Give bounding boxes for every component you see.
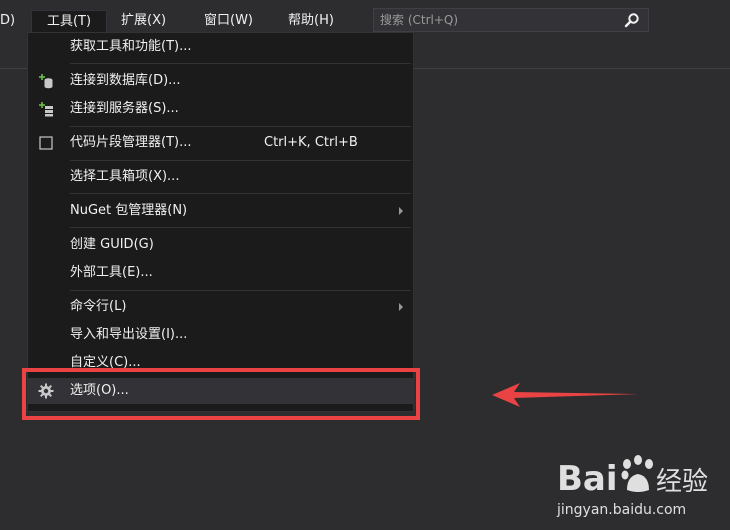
menu-extensions[interactable]: 扩展(X) [117, 10, 170, 32]
menu-separator [70, 63, 411, 64]
menu-separator [70, 227, 411, 228]
menu-item-label: 代码片段管理器(T)... [70, 135, 192, 150]
menu-item-import-export[interactable]: 导入和导出设置(I)... [28, 322, 413, 348]
menu-separator [70, 290, 411, 291]
tools-dropdown-menu: 获取工具和功能(T)... 连接到数据库(D)... 连接到服务器(S)... … [27, 32, 414, 412]
menu-separator [70, 126, 411, 127]
menu-item-connect-server[interactable]: 连接到服务器(S)... [28, 96, 413, 122]
menu-item-label: 连接到服务器(S)... [70, 101, 179, 116]
watermark-brand-right: 经验 [656, 467, 708, 497]
highlight-box [22, 368, 420, 420]
menu-item-get-tools[interactable]: 获取工具和功能(T)... [28, 34, 413, 60]
baidu-logo-icon: Bai 经验 jingyan.baidu.com [556, 455, 708, 518]
red-arrow-annotation [492, 383, 638, 407]
submenu-arrow-icon [399, 303, 403, 311]
submenu-arrow-icon [399, 207, 403, 215]
menu-separator [70, 193, 411, 194]
menu-item-label: 创建 GUID(G) [70, 237, 154, 252]
server-add-icon [39, 102, 53, 117]
watermark-url: jingyan.baidu.com [556, 502, 686, 518]
menu-item-label: 外部工具(E)... [70, 265, 153, 280]
search-icon[interactable] [624, 12, 640, 28]
menu-item-label: 获取工具和功能(T)... [70, 39, 192, 54]
menu-item-nuget[interactable]: NuGet 包管理器(N) [28, 198, 413, 224]
menu-item-external-tools[interactable]: 外部工具(E)... [28, 260, 413, 286]
menu-separator [70, 160, 411, 161]
menu-window[interactable]: 窗口(W) [200, 10, 257, 32]
menu-item-label: 命令行(L) [70, 299, 127, 314]
menu-tools[interactable]: 工具(T) [31, 10, 107, 32]
search-box [373, 8, 649, 32]
menu-help[interactable]: 帮助(H) [284, 10, 338, 32]
menu-item-label: 导入和导出设置(I)... [70, 327, 188, 342]
menu-item-command-line[interactable]: 命令行(L) [28, 294, 413, 320]
search-input[interactable] [374, 9, 620, 31]
watermark-brand-left: Bai [557, 459, 618, 499]
menu-item-choose-toolbox[interactable]: 选择工具箱项(X)... [28, 164, 413, 190]
menu-item-create-guid[interactable]: 创建 GUID(G) [28, 232, 413, 258]
menu-item-label: 选择工具箱项(X)... [70, 169, 180, 184]
menu-item-label: 连接到数据库(D)... [70, 73, 181, 88]
database-add-icon [39, 74, 53, 89]
snippet-box-icon [39, 136, 53, 150]
baidu-jingyan-watermark: Bai 经验 jingyan.baidu.com [555, 448, 725, 524]
menu-prev-fragment[interactable]: D) [0, 10, 15, 32]
menu-item-label: NuGet 包管理器(N) [70, 203, 188, 218]
menu-item-code-snippets[interactable]: 代码片段管理器(T)... Ctrl+K, Ctrl+B [28, 130, 413, 156]
left-side-strip [0, 40, 27, 530]
menu-item-shortcut: Ctrl+K, Ctrl+B [264, 135, 358, 150]
menu-item-connect-database[interactable]: 连接到数据库(D)... [28, 68, 413, 94]
